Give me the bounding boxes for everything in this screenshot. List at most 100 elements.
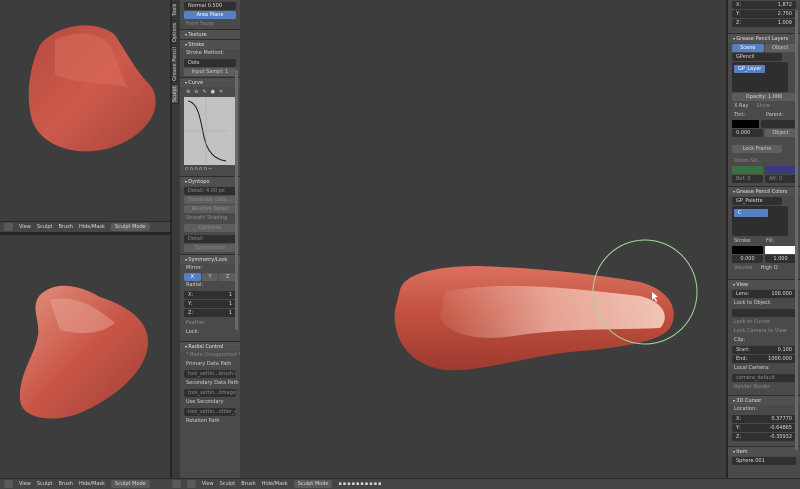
lock-camera-checkbox[interactable]: Lock Camera to View	[728, 327, 800, 336]
dyntopo-relative-select[interactable]: Relative Detail	[184, 205, 236, 213]
layer-buttons[interactable]: ▪▪▪▪▪▪▪▪▪▪	[338, 481, 382, 487]
point-icon[interactable]: ●	[211, 89, 215, 95]
lens-field[interactable]: Lens: 100.000	[732, 290, 796, 298]
menu-brush[interactable]: Brush	[59, 224, 73, 230]
onion-skin-checkbox[interactable]: Onion Ski...	[728, 157, 800, 166]
gp-layer-list[interactable]: GP_Layer	[732, 62, 788, 92]
stroke-color[interactable]	[732, 246, 763, 254]
item-name-field[interactable]: Sphere.001	[732, 457, 796, 465]
clip-end-field[interactable]: End: 1000.000	[732, 355, 796, 363]
object-tab[interactable]: Object	[764, 44, 796, 52]
show-checkbox[interactable]: Show	[756, 102, 770, 111]
radial-z-field[interactable]: Z: 1	[184, 309, 236, 317]
dyntopo-subdivide-select[interactable]: Subdivide Colla...	[184, 196, 236, 204]
menu-view-2[interactable]: View	[202, 481, 214, 487]
mirror-z-button[interactable]: Z	[219, 273, 237, 281]
curve-panel-title[interactable]: Curve	[180, 77, 240, 87]
mirror-y-button[interactable]: Y	[201, 273, 219, 281]
menu-hide-mask[interactable]: Hide/Mask	[79, 224, 105, 230]
menu-sculpt-2[interactable]: Sculpt	[220, 481, 236, 487]
editor-type-icon[interactable]	[4, 223, 13, 231]
tab-tools[interactable]: Tools	[171, 2, 179, 18]
menu-brush[interactable]: Brush	[59, 481, 73, 487]
high-quality-checkbox[interactable]: High Q	[761, 264, 778, 273]
radial-control-title[interactable]: Radial Control	[180, 341, 240, 351]
layer-item[interactable]: GP_Layer	[734, 65, 766, 73]
parent-field[interactable]	[761, 120, 796, 128]
curve-presets[interactable]: ∩∩∩∩∩⌐	[180, 166, 240, 174]
onion-after-color[interactable]	[765, 166, 796, 174]
input-samples-field[interactable]: Input Sampl: 1	[184, 68, 236, 76]
mode-select-2[interactable]: Sculpt Mode	[293, 480, 333, 488]
menu-sculpt[interactable]: Sculpt	[37, 224, 53, 230]
tab-sculpt[interactable]: Sculpt	[171, 84, 179, 104]
lock-cursor-checkbox[interactable]: Lock to Cursor	[728, 318, 800, 327]
properties-scrollbar[interactable]	[795, 10, 798, 450]
primary-path-field[interactable]: tool_settin...brush.size	[184, 370, 236, 378]
fill-color[interactable]	[765, 246, 796, 254]
secondary-path-field[interactable]: tool_settin...llmage.size	[184, 389, 236, 397]
texture-panel-title[interactable]: Texture	[180, 29, 240, 39]
parent-type[interactable]: Object	[765, 129, 796, 137]
cursor-y-field[interactable]: Y: -0.64865	[732, 424, 796, 432]
zoom-out-icon[interactable]: ⊖	[194, 89, 198, 95]
volume-checkbox[interactable]: Volume	[734, 264, 753, 273]
main-viewport[interactable]	[240, 0, 726, 478]
render-border-checkbox[interactable]: Render Border	[728, 383, 800, 392]
shading-icon[interactable]	[171, 480, 181, 488]
pivot-icon[interactable]	[186, 480, 196, 488]
close-icon[interactable]: ✕	[219, 89, 223, 95]
gp-colors-panel-title[interactable]: Grease Pencil Colors	[728, 186, 800, 196]
item-panel-title[interactable]: Item	[728, 446, 800, 456]
tint-color[interactable]	[732, 120, 759, 128]
stroke-panel-title[interactable]: Stroke	[180, 39, 240, 49]
area-plane-button[interactable]: Area Plane	[184, 11, 236, 19]
smooth-shading-checkbox[interactable]: Smooth Shading	[180, 214, 240, 223]
menu-hide-mask[interactable]: Hide/Mask	[79, 481, 105, 487]
onion-before-color[interactable]	[732, 166, 763, 174]
dyntopo-detail-flood[interactable]: Detail	[184, 235, 236, 243]
radial-y-field[interactable]: Y: 1	[184, 300, 236, 308]
wrench-icon[interactable]: ✎	[202, 89, 206, 95]
fill-alpha[interactable]: 1.000	[765, 255, 796, 263]
symmetrize-button[interactable]: Symmetrize	[184, 244, 236, 252]
clip-start-field[interactable]: Start: 0.100	[732, 346, 796, 354]
tab-grease-pencil[interactable]: Grease Pencil	[171, 46, 179, 82]
curve-editor[interactable]	[184, 97, 236, 165]
lock-frame-button[interactable]: Lock Frame	[732, 145, 782, 153]
dimension-x-field[interactable]: X: 1.872	[732, 1, 796, 9]
tab-options[interactable]: Options	[171, 20, 179, 44]
dyntopo-detail-field[interactable]: Detail: 4.00 px	[184, 187, 236, 195]
gp-layers-panel-title[interactable]: Grease Pencil Layers	[728, 33, 800, 43]
cursor-z-field[interactable]: Z: -0.35932	[732, 433, 796, 441]
onion-after-field[interactable]: Aft: 0	[765, 175, 796, 183]
mirror-x-button[interactable]: X	[184, 273, 201, 281]
color-item[interactable]: C	[734, 209, 768, 217]
tool-shelf-scrollbar[interactable]	[235, 70, 238, 330]
menu-view[interactable]: View	[19, 481, 31, 487]
stroke-alpha[interactable]: 0.000	[732, 255, 763, 263]
scene-tab[interactable]: Scene	[732, 44, 764, 52]
mode-select[interactable]: Sculpt Mode	[110, 223, 150, 231]
palette-datablock[interactable]: GP_Palette	[732, 197, 782, 205]
stroke-method-select[interactable]: Dots	[184, 59, 236, 67]
dyntopo-panel-title[interactable]: Dyntopo	[180, 176, 240, 186]
optimize-button[interactable]: Optimize	[184, 224, 236, 232]
plane-normal-field[interactable]: Normal 0.500	[184, 2, 236, 10]
dimension-z-field[interactable]: Z: 1.009	[732, 19, 796, 27]
radial-x-field[interactable]: X: 1	[184, 291, 236, 299]
menu-brush-2[interactable]: Brush	[241, 481, 255, 487]
symmetry-panel-title[interactable]: Symmetry/Lock	[180, 254, 240, 264]
dimension-y-field[interactable]: Y: 2.750	[732, 10, 796, 18]
gpencil-datablock[interactable]: GPencil	[732, 53, 782, 61]
front-faces-checkbox[interactable]: Front Faces	[180, 20, 240, 29]
cursor-panel-title[interactable]: 3D Cursor	[728, 395, 800, 405]
menu-sculpt[interactable]: Sculpt	[37, 481, 53, 487]
feather-checkbox[interactable]: Feather	[180, 319, 240, 328]
viewport-bottom-left[interactable]: View Sculpt Brush Hide/Mask Sculpt Mode	[0, 235, 170, 489]
onion-before-field[interactable]: Bef: 0	[732, 175, 763, 183]
tint-factor[interactable]: 0.000	[732, 129, 763, 137]
local-camera-field[interactable]: camera_default	[732, 374, 796, 382]
mode-select[interactable]: Sculpt Mode	[110, 480, 150, 488]
editor-type-icon[interactable]	[4, 480, 13, 488]
